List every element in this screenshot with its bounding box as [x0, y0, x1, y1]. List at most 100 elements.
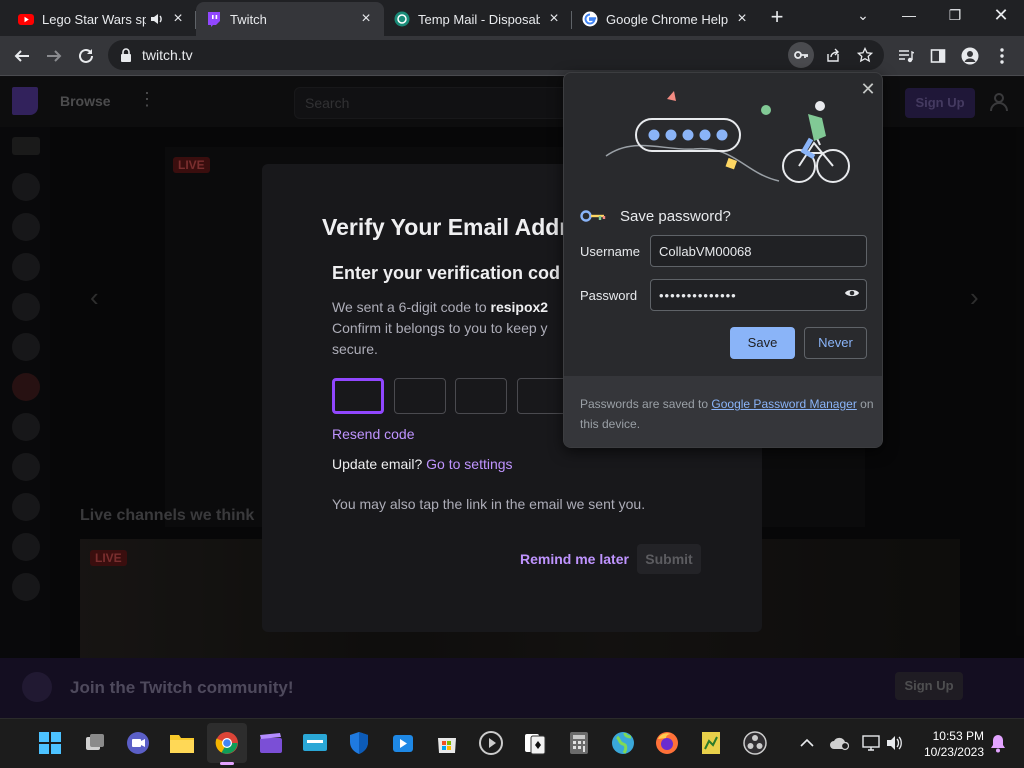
more-icon[interactable]: ⋮ [138, 89, 156, 110]
live-badge: LIVE [173, 157, 210, 173]
resend-code-link[interactable]: Resend code [332, 426, 415, 442]
sidebar-channel[interactable] [12, 453, 40, 481]
sidebar-channel[interactable] [12, 533, 40, 561]
collapse-icon[interactable] [12, 137, 40, 155]
windows-security-icon[interactable] [345, 729, 373, 757]
close-tab-icon[interactable]: × [358, 10, 374, 27]
tab-strip: Lego Star Wars sp × Twitch × Temp Mail -… [0, 0, 1024, 36]
sidebar-channel[interactable] [12, 293, 40, 321]
solitaire-icon[interactable] [521, 729, 549, 757]
code-digit-input[interactable] [332, 378, 384, 414]
sidebar-channel[interactable] [12, 253, 40, 281]
browse-link[interactable]: Browse [60, 93, 111, 109]
window-close-icon[interactable]: ✕ [978, 0, 1024, 30]
sidebar-channel[interactable] [12, 213, 40, 241]
chrome-icon[interactable] [213, 729, 241, 757]
onedrive-icon[interactable] [826, 729, 854, 757]
tempmail-icon [394, 11, 410, 27]
twitch-sidebar [0, 127, 50, 707]
store-icon[interactable] [433, 729, 461, 757]
close-tab-icon[interactable]: × [546, 10, 562, 27]
tab-chrome-help[interactable]: Google Chrome Help × [572, 2, 760, 36]
minimize-icon[interactable]: — [886, 0, 932, 30]
clapper-app-icon[interactable] [257, 729, 285, 757]
tap-link-note: You may also tap the link in the email w… [332, 496, 646, 512]
start-icon[interactable] [36, 729, 64, 757]
remind-later-button[interactable]: Remind me later [520, 551, 629, 567]
profile-icon[interactable] [954, 40, 986, 72]
media-player-icon[interactable] [389, 729, 417, 757]
code-digit-input[interactable] [455, 378, 507, 414]
share-icon[interactable] [820, 42, 846, 68]
obs-icon[interactable] [741, 729, 769, 757]
username-field[interactable]: CollabVM00068 [650, 235, 867, 267]
sidebar-channel[interactable] [12, 573, 40, 601]
key-icon[interactable] [788, 42, 814, 68]
verify-title: Verify Your Email Addr [322, 214, 569, 240]
sidebar-channel[interactable] [12, 173, 40, 201]
close-tab-icon[interactable]: × [170, 10, 186, 27]
never-button[interactable]: Never [804, 327, 867, 359]
url-text[interactable]: twitch.tv [142, 47, 193, 63]
notification-bell-icon[interactable] [984, 729, 1012, 757]
tab-search-icon[interactable]: ⌄ [840, 0, 886, 30]
eye-icon[interactable] [844, 287, 860, 299]
remote-desktop-icon[interactable] [301, 729, 329, 757]
password-illustration [605, 91, 850, 183]
submit-button[interactable]: Submit [637, 544, 701, 574]
join-signup-button[interactable]: Sign Up [895, 672, 963, 700]
go-to-settings-link[interactable]: Go to settings [426, 456, 512, 472]
reload-icon[interactable] [70, 40, 102, 72]
verify-sent-prefix: We sent a 6-digit code to [332, 299, 491, 315]
firefox-icon[interactable] [653, 729, 681, 757]
tab-youtube[interactable]: Lego Star Wars sp × [8, 2, 196, 36]
tab-twitch[interactable]: Twitch × [196, 2, 384, 36]
code-digit-input[interactable] [517, 378, 569, 414]
bookmark-star-icon[interactable] [852, 42, 878, 68]
teams-chat-icon[interactable] [124, 729, 152, 757]
globe-app-icon[interactable] [609, 729, 637, 757]
verify-confirm-line: Confirm it belongs to you to keep y [332, 320, 548, 336]
sidebar-channel[interactable] [12, 493, 40, 521]
update-email-line: Update email? Go to settings [332, 456, 513, 472]
speaker-icon[interactable] [150, 12, 164, 26]
system-clock[interactable]: 10:53 PM 10/23/2023 [912, 728, 984, 760]
close-tab-icon[interactable]: × [734, 10, 750, 27]
join-banner-text: Join the Twitch community! [70, 678, 294, 697]
twitch-search-input[interactable]: Search [294, 87, 574, 119]
chrome-menu-icon[interactable] [986, 40, 1018, 72]
twitch-logo-icon[interactable] [12, 87, 38, 115]
back-icon[interactable] [6, 40, 38, 72]
password-manager-link[interactable]: Google Password Manager [711, 397, 856, 411]
sidebar-channel[interactable] [12, 413, 40, 441]
media-control-icon[interactable] [890, 40, 922, 72]
password-field[interactable]: •••••••••••••• [650, 279, 867, 311]
lock-icon[interactable] [120, 48, 132, 62]
file-explorer-icon[interactable] [168, 729, 196, 757]
restore-icon[interactable]: ❐ [932, 0, 978, 30]
username-label: Username [580, 244, 640, 259]
show-hidden-icons-icon[interactable] [793, 729, 821, 757]
password-label: Password [580, 288, 638, 303]
calculator-icon[interactable] [565, 729, 593, 757]
user-icon[interactable] [988, 91, 1010, 113]
forward-icon[interactable] [38, 40, 70, 72]
save-button[interactable]: Save [730, 327, 795, 359]
sidebar-channel[interactable] [12, 333, 40, 361]
youtube-icon [18, 14, 34, 25]
notes-app-icon[interactable] [697, 729, 725, 757]
active-app-indicator [220, 762, 234, 765]
volume-icon[interactable] [881, 729, 909, 757]
carousel-prev-icon[interactable]: ‹ [90, 282, 99, 313]
address-bar[interactable]: twitch.tv [108, 40, 884, 70]
side-panel-icon[interactable] [922, 40, 954, 72]
tab-tempmail[interactable]: Temp Mail - Disposab × [384, 2, 572, 36]
carousel-next-icon[interactable]: › [970, 282, 979, 313]
twitch-signup-button[interactable]: Sign Up [905, 88, 975, 118]
tab-label: Google Chrome Help [606, 11, 728, 27]
sidebar-channel[interactable] [12, 373, 40, 401]
media-play-icon[interactable] [477, 729, 505, 757]
new-tab-button[interactable]: + [765, 6, 789, 30]
code-digit-input[interactable] [394, 378, 446, 414]
task-view-icon[interactable] [81, 729, 109, 757]
